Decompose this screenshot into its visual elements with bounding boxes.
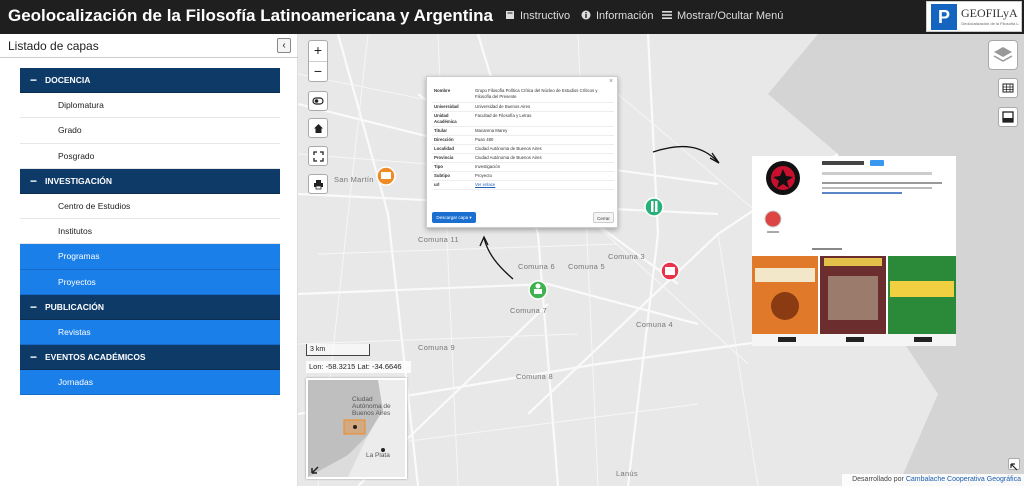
popup-row: Subtipo Proyecto (432, 172, 614, 181)
map-label-lanus: Lanús (616, 469, 638, 478)
expand-arrow-icon (1010, 463, 1018, 471)
minimap-label-caba: Ciudad Autónoma de Buenos Aires (352, 396, 391, 417)
book-icon (506, 11, 514, 19)
sidebar-title: Listado de capas (8, 39, 99, 53)
layer-item-programas[interactable]: Programas (20, 244, 280, 270)
popup-row: Tipo Investigación (432, 163, 614, 172)
popup-attribute-table: Nombre Grupo Filosofía Política Crítica d… (432, 87, 614, 190)
layer-group-eventos-academicos[interactable]: − EVENTOS ACADÉMICOS (20, 345, 280, 371)
map-label-comuna-11: Comuna 11 (418, 235, 459, 244)
layer-switcher-button[interactable] (988, 40, 1018, 70)
sidebar-collapse-button[interactable]: ‹ (277, 38, 291, 53)
popup-row: Dirección Puan 480 (432, 136, 614, 145)
layer-item-revistas[interactable]: Revistas (20, 319, 280, 346)
layer-group-publicacion[interactable]: − PUBLICACIÓN (20, 294, 280, 320)
popup-row: Provincia Ciudad Autónoma de Buenos Aires (432, 154, 614, 163)
overview-minimap[interactable]: Ciudad Autónoma de Buenos Aires La Plata (306, 378, 407, 479)
instagram-profile-image (752, 156, 956, 346)
layer-item-institutos[interactable]: Institutos (20, 219, 280, 245)
download-layer-button[interactable]: Descargar capa ▾ (432, 212, 476, 223)
nav-informacion[interactable]: Información (581, 10, 653, 22)
fullscreen-icon (312, 151, 324, 162)
layer-item-proyectos[interactable]: Proyectos (20, 269, 280, 295)
info-circle-icon (581, 10, 591, 20)
expand-corner-button[interactable] (1008, 458, 1020, 471)
layer-sidebar: Listado de capas ‹ − DOCENCIA Diplomatura… (0, 34, 298, 486)
map-label-san-martin: San Martín (334, 175, 374, 184)
panel-icon (1002, 111, 1014, 123)
layer-group-investigacion[interactable]: − INVESTIGACIÓN (20, 168, 280, 194)
map-label-comuna-5: Comuna 5 (568, 262, 606, 271)
collapse-minus-icon: − (30, 299, 38, 314)
menu-icon (662, 11, 672, 19)
logo-subtitle: Geolocalización de la Filosofía Latinoam… (961, 21, 1019, 26)
logo-mark: P (931, 4, 957, 30)
popup-row: Localidad Ciudad Autónoma de Buenos Aires (432, 145, 614, 154)
sidebar-header: Listado de capas ‹ (0, 34, 298, 58)
minimap-graphic (308, 380, 405, 477)
marker-orange[interactable] (376, 166, 396, 186)
fullscreen-button[interactable] (308, 146, 328, 166)
layer-item-grado[interactable]: Grado (20, 118, 280, 144)
map-label-comuna-4: Comuna 4 (636, 320, 674, 329)
layer-item-diplomatura[interactable]: Diplomatura (20, 93, 280, 119)
popup-row: url Ver enlace (432, 181, 614, 190)
layer-list: − DOCENCIA Diplomatura Grado Posgrado − IN… (20, 68, 280, 396)
nav-toggle-menu[interactable]: Mostrar/Ocultar Menú (662, 10, 783, 22)
mouse-coordinates: Lon: -58.3215 Lat: -34.6646 (306, 361, 411, 373)
app-title: Geolocalización de la Filosofía Latinoam… (8, 6, 493, 25)
layer-item-centro-de-estudios[interactable]: Centro de Estudios (20, 193, 280, 220)
nav-instructivo[interactable]: Instructivo (505, 10, 570, 22)
print-icon (313, 180, 323, 190)
collapse-minus-icon: − (30, 173, 38, 188)
table-icon (1002, 83, 1014, 93)
geofilya-logo[interactable]: P GEOFILyA Geolocalización de la Filosof… (926, 1, 1022, 32)
zoom-in-button[interactable]: + (309, 41, 327, 61)
map-label-comuna-6: Comuna 6 (518, 262, 556, 271)
layer-group-docencia[interactable]: − DOCENCIA (20, 68, 280, 94)
map-label-comuna-9: Comuna 9 (418, 343, 456, 352)
popup-row: Universidad Universidad de Buenos Aires (432, 103, 614, 112)
map-label-comuna-8: Comuna 8 (516, 372, 554, 381)
top-navbar: Geolocalización de la Filosofía Latinoam… (0, 0, 1024, 34)
table-button[interactable] (998, 78, 1018, 98)
collapse-minus-icon: − (30, 73, 38, 87)
popup-row: Titular Macarena Marey (432, 127, 614, 136)
layer-item-jornadas[interactable]: Jornadas (20, 370, 280, 396)
home-icon (313, 124, 323, 133)
popup-close-button[interactable]: Cerrar (593, 212, 614, 223)
popup-close-icon[interactable]: × (609, 78, 613, 85)
popup-row: Nombre Grupo Filosofía Política Crítica d… (432, 87, 614, 103)
popup-url-link[interactable]: Ver enlace (475, 182, 613, 188)
scale-bar: 3 km (306, 344, 370, 356)
feature-popup: × Nombre Grupo Filosofía Política Crítica… (426, 76, 618, 228)
zoom-out-button[interactable]: − (309, 61, 327, 81)
collapse-minus-icon: − (30, 350, 38, 365)
home-button[interactable] (308, 118, 328, 138)
print-button[interactable] (308, 174, 328, 194)
map-label-comuna-3: Comuna 3 (608, 252, 646, 261)
marker-teal[interactable] (644, 197, 664, 217)
marker-green[interactable] (528, 280, 548, 300)
credit-link[interactable]: Cambalache Cooperativa Geográfica (906, 476, 1021, 483)
map-credit: Desarrollado por Cambalache Cooperativa … (842, 474, 1024, 486)
layer-item-posgrado[interactable]: Posgrado (20, 143, 280, 169)
measure-button[interactable] (308, 91, 328, 111)
popup-row: Unidad Académica Facultad de Filosofía y … (432, 112, 614, 127)
logo-text: GEOFILyA (961, 6, 1018, 20)
panel-toggle-button[interactable] (998, 107, 1018, 127)
zoom-control: + − (308, 40, 328, 82)
layers-icon (993, 47, 1013, 62)
toggle-icon (312, 97, 324, 105)
minimap-label-la-plata: La Plata (366, 452, 390, 459)
instagram-profile-graphic (752, 156, 956, 346)
map-label-comuna-7: Comuna 7 (510, 306, 548, 315)
marker-red[interactable] (660, 261, 680, 281)
map-canvas[interactable]: San Martín Comuna 11 Comuna 6 Comuna 5 C… (298, 34, 1024, 486)
